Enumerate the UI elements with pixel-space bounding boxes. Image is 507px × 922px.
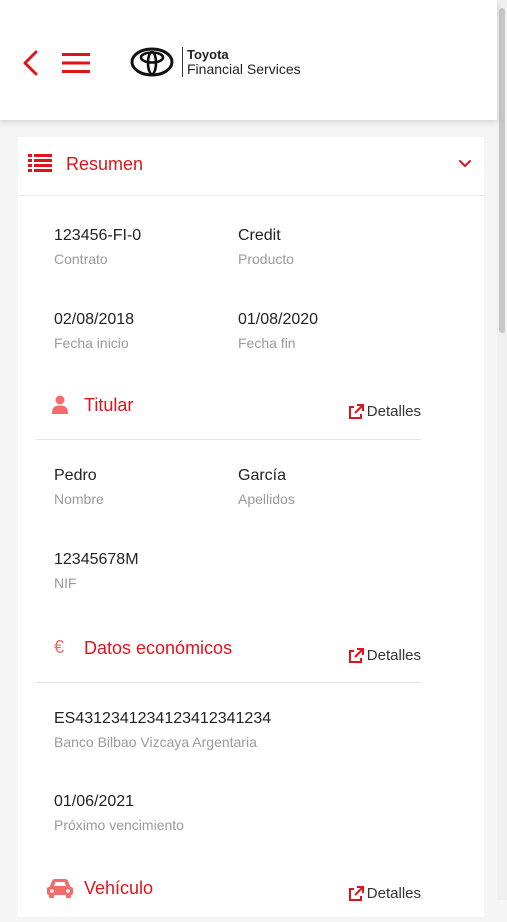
nif-label: NIF bbox=[54, 575, 77, 591]
nif-field: 12345678M NIF bbox=[54, 551, 139, 591]
titular-section-header: Titular Detalles bbox=[36, 395, 421, 440]
next-due-field: 01/06/2021 Próximo vencimiento bbox=[54, 793, 184, 833]
euro-icon: € bbox=[54, 637, 65, 657]
toyota-logo[interactable]: Toyota Financial Services bbox=[130, 44, 301, 80]
summary-title: Resumen bbox=[66, 154, 144, 174]
summary-card: Resumen 123456-FI-0 Contrato Credit Prod… bbox=[18, 137, 484, 917]
chevron-down-icon[interactable] bbox=[458, 159, 472, 169]
contract-field: 123456-FI-0 Contrato bbox=[54, 227, 141, 267]
titular-details-label: Detalles bbox=[366, 403, 421, 420]
nif-value: 12345678M bbox=[54, 551, 139, 568]
external-link-icon bbox=[348, 647, 364, 663]
list-icon bbox=[28, 154, 52, 172]
external-link-icon bbox=[348, 403, 364, 419]
first-name-field: Pedro Nombre bbox=[54, 467, 104, 507]
iban-value: ES4312341234123412341234 bbox=[54, 710, 272, 727]
start-date-label: Fecha inicio bbox=[54, 335, 129, 351]
end-date-value: 01/08/2020 bbox=[238, 311, 319, 328]
first-name-label: Nombre bbox=[54, 491, 104, 507]
start-date-field: 02/08/2018 Fecha inicio bbox=[54, 311, 134, 351]
vehicle-section-header: Vehículo Detalles bbox=[36, 878, 421, 922]
next-due-label: Próximo vencimiento bbox=[54, 817, 184, 833]
vehicle-details-label: Detalles bbox=[366, 885, 421, 902]
economic-title: Datos económicos bbox=[84, 638, 233, 658]
economic-details-link[interactable]: Detalles bbox=[348, 647, 421, 664]
last-name-value: García bbox=[238, 467, 287, 484]
scrollbar-thumb[interactable] bbox=[499, 8, 505, 333]
logo-divider bbox=[182, 47, 183, 77]
summary-accordion-header[interactable]: Resumen bbox=[18, 137, 484, 196]
titular-details-link[interactable]: Detalles bbox=[348, 403, 421, 420]
hamburger-menu-icon[interactable] bbox=[62, 53, 90, 73]
iban-field: ES4312341234123412341234 Banco Bilbao Vi… bbox=[54, 710, 271, 750]
back-arrow-icon[interactable] bbox=[20, 49, 42, 77]
vehicle-details-link[interactable]: Detalles bbox=[348, 885, 421, 902]
vehicle-title: Vehículo bbox=[84, 878, 154, 898]
logo-text: Toyota Financial Services bbox=[187, 47, 301, 77]
app-header: Toyota Financial Services bbox=[0, 0, 497, 120]
end-date-label: Fecha fin bbox=[238, 335, 296, 351]
next-due-value: 01/06/2021 bbox=[54, 793, 135, 810]
titular-title: Titular bbox=[84, 395, 134, 415]
economic-section-header: € Datos económicos Detalles bbox=[36, 637, 421, 683]
user-icon bbox=[52, 395, 68, 414]
contract-value: 123456-FI-0 bbox=[54, 227, 142, 244]
product-field: Credit Producto bbox=[238, 227, 294, 267]
start-date-value: 02/08/2018 bbox=[54, 311, 135, 328]
toyota-emblem-icon bbox=[130, 47, 174, 77]
logo-brand-sub: Financial Services bbox=[187, 61, 301, 77]
scrollbar-track[interactable] bbox=[497, 0, 507, 900]
external-link-icon bbox=[348, 885, 364, 901]
bank-name-label: Banco Bilbao Vizcaya Argentaria bbox=[54, 734, 257, 750]
first-name-value: Pedro bbox=[54, 467, 97, 484]
last-name-field: García Apellidos bbox=[238, 467, 295, 507]
end-date-field: 01/08/2020 Fecha fin bbox=[238, 311, 318, 351]
car-icon bbox=[47, 879, 73, 898]
last-name-label: Apellidos bbox=[238, 491, 295, 507]
logo-brand-name: Toyota bbox=[187, 47, 229, 62]
economic-details-label: Detalles bbox=[366, 647, 421, 664]
product-label: Producto bbox=[238, 251, 295, 267]
contract-label: Contrato bbox=[54, 251, 108, 267]
product-value: Credit bbox=[238, 227, 281, 244]
